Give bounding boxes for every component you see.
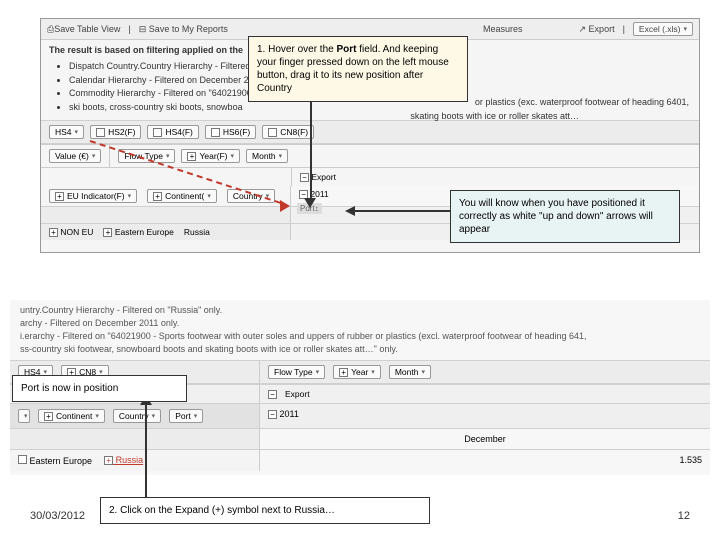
arrowhead-down-icon — [304, 198, 316, 208]
bottom-year-row: Continent Country Port 2011 — [10, 404, 710, 429]
hs6f-pill[interactable]: HS6(F) — [205, 125, 256, 139]
expand-russia-icon[interactable] — [104, 456, 113, 465]
export-format-select[interactable]: Excel (.xls) — [633, 22, 693, 36]
export-row: Export — [41, 167, 699, 186]
continent-bottom[interactable]: Continent — [38, 409, 105, 423]
callout-arrows-appear: You will know when you have positioned i… — [450, 190, 680, 243]
arrow-down-icon — [310, 100, 312, 200]
december-bottom: December — [260, 429, 710, 449]
bottom-filter-text: untry.Country Hierarchy - Filtered on "R… — [10, 300, 710, 360]
year-bottom[interactable]: Year — [333, 365, 381, 379]
port-bottom[interactable]: Port — [169, 409, 203, 423]
callout-expand-russia: 2. Click on the Expand (+) symbol next t… — [100, 497, 430, 524]
year-val-bottom[interactable]: 2011 — [280, 409, 299, 419]
eu-indicator-pill[interactable]: EU Indicator(F) — [49, 189, 137, 203]
hs2f-pill[interactable]: HS2(F) — [90, 125, 141, 139]
year-pill[interactable]: Year(F) — [181, 149, 240, 163]
red-arrowhead-icon — [280, 200, 290, 212]
hs4-pill[interactable]: HS4 — [49, 125, 84, 139]
export-cell[interactable]: Export — [311, 172, 336, 182]
month-pill[interactable]: Month — [246, 149, 288, 163]
month-bottom[interactable]: Month — [389, 365, 431, 379]
bottom-month-row: December — [10, 429, 710, 450]
callout-hover-port: 1. Hover over the Port field. And keepin… — [248, 36, 468, 102]
cn8f-pill[interactable]: CN8(F) — [262, 125, 314, 139]
arrow-up-line-icon — [145, 398, 147, 498]
bullet-tail: or plastics (exc. waterproof footwear of… — [475, 97, 689, 107]
value-bottom: 1.535 — [260, 450, 710, 471]
bottom-data-row: Eastern Europe Russia 1.535 — [10, 450, 710, 471]
russia-cell[interactable]: Russia — [184, 227, 210, 237]
country-bottom[interactable]: Country — [113, 409, 161, 423]
arrow-left-icon — [350, 210, 450, 212]
footer-date: 30/03/2012 — [30, 510, 85, 522]
eastern-bottom[interactable]: Eastern Europe — [30, 456, 93, 466]
save-table-view-link[interactable]: ⎙Save Table View — [47, 24, 120, 35]
callout-port-position: Port is now in position — [12, 375, 187, 402]
measures-label: Measures — [483, 24, 523, 34]
arrowhead-left-icon — [345, 206, 355, 216]
blank-pill[interactable] — [18, 409, 30, 423]
export-bottom[interactable]: Export — [285, 389, 310, 399]
country-pill[interactable]: Country — [227, 189, 275, 203]
bullet-tail2: skating boots with ice or roller skates … — [410, 111, 579, 121]
save-reports-link[interactable]: ⊟ Save to My Reports — [139, 24, 228, 35]
continent-pill[interactable]: Continent( — [147, 189, 217, 203]
value-pill[interactable]: Value (€) — [49, 149, 101, 163]
footer-page-number: 12 — [678, 510, 690, 522]
noneu-cell[interactable]: NON EU — [60, 227, 93, 237]
eastern-cell[interactable]: Eastern Europe — [115, 227, 174, 237]
flow-type-bottom[interactable]: Flow Type — [268, 365, 325, 379]
russia-bottom[interactable]: Russia — [116, 455, 144, 465]
export-link[interactable]: ↗ Export — [579, 24, 615, 35]
hs-row: HS4 HS2(F) HS4(F) HS6(F) CN8(F) — [41, 120, 699, 144]
hs4f-pill[interactable]: HS4(F) — [147, 125, 198, 139]
